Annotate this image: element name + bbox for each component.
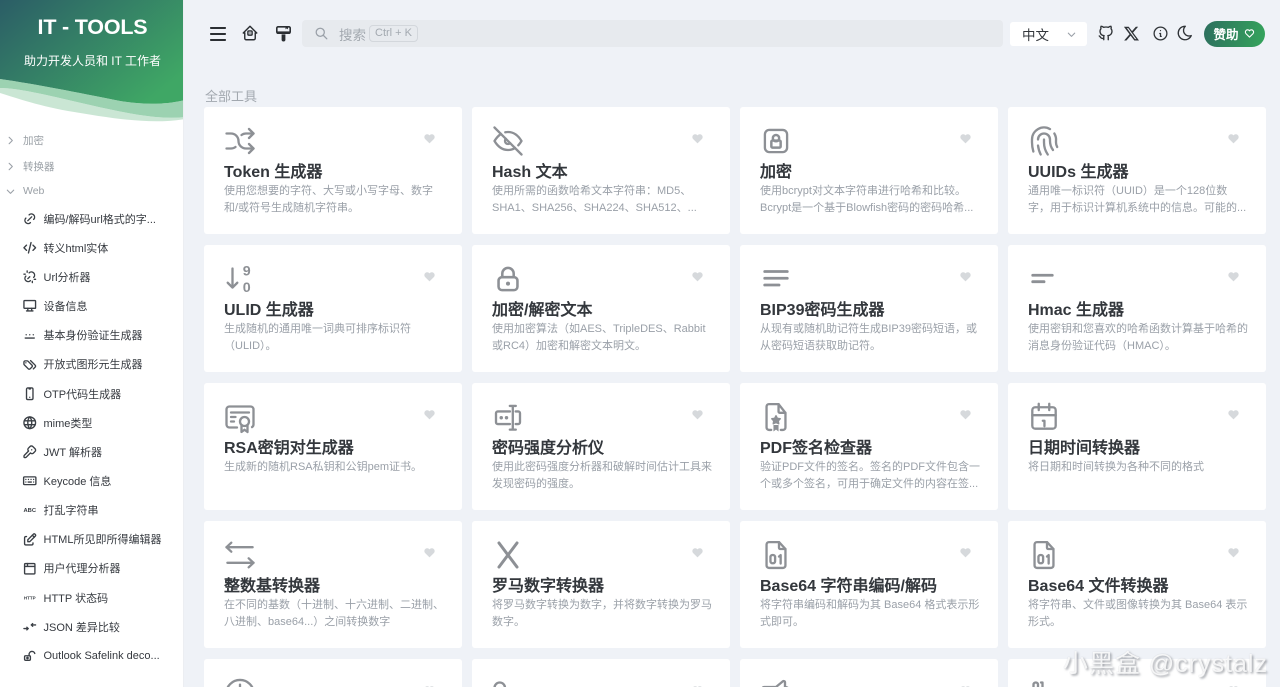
svg-text:HTTP: HTTP — [23, 596, 35, 601]
svg-text:0: 0 — [242, 279, 250, 295]
svg-text:ABC: ABC — [23, 508, 36, 514]
svg-text:9: 9 — [242, 263, 250, 279]
